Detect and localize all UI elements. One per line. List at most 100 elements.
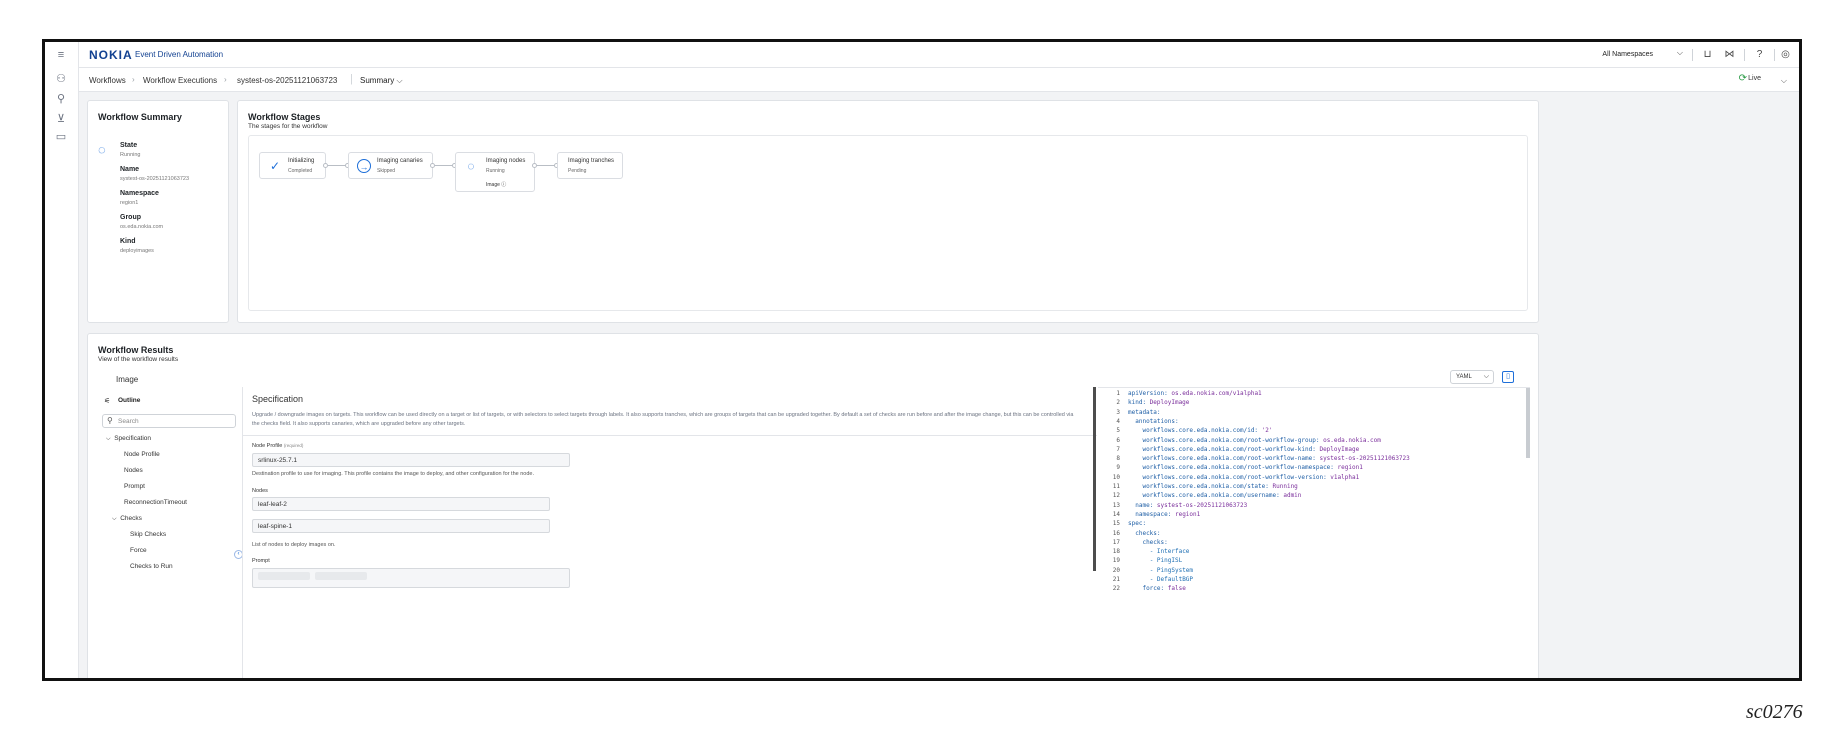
results-title: Workflow Results: [98, 345, 174, 355]
line-number: 21: [1112, 576, 1120, 583]
nodes-input-1[interactable]: leaf-leaf-2: [252, 497, 550, 511]
yaml-key: annotations:: [1135, 417, 1179, 425]
running-icon: ◌: [467, 159, 475, 173]
skip-icon: →: [357, 159, 371, 173]
view-selector-label: Summary: [360, 76, 395, 85]
running-icon: ◌: [98, 142, 106, 157]
summary-title: Workflow Summary: [98, 112, 182, 122]
live-toggle[interactable]: Live: [1748, 75, 1761, 82]
node-profile-input[interactable]: srlinux-25.7.1: [252, 453, 570, 467]
node-profile-label: Node Profile (required): [252, 443, 303, 449]
chevron-down-icon: ⌵: [106, 436, 111, 442]
yaml-key: - PingISL: [1149, 557, 1183, 565]
prompt-input[interactable]: [252, 568, 570, 588]
tab-image[interactable]: Image: [116, 375, 138, 384]
yaml-key: workflows.core.eda.nokia.com/state:: [1142, 483, 1269, 490]
yaml-line: 5 workflows.core.eda.nokia.com/id: '2': [1098, 427, 1273, 435]
divider: [1692, 49, 1693, 61]
stage-extra-label: Image: [486, 182, 500, 188]
yaml-editor[interactable]: 1 apiVersion: os.eda.nokia.com/v1alpha1 2 k…: [1098, 387, 1530, 678]
outline-item-nodes[interactable]: Nodes: [124, 467, 143, 474]
chevron-down-icon[interactable]: ⌵: [1677, 48, 1683, 58]
line-number: 3: [1116, 408, 1120, 416]
outline-item-specification[interactable]: ⌵ Specification: [106, 435, 151, 443]
yaml-value: '2': [1258, 427, 1273, 435]
connector: [537, 165, 555, 166]
stages-title: Workflow Stages: [248, 112, 321, 122]
format-selector[interactable]: YAML ⌵: [1450, 370, 1494, 384]
split-handle[interactable]: [1093, 387, 1096, 571]
stage-extra[interactable]: Image ⓘ: [486, 181, 506, 188]
breadcrumb-current: systest-os-20251121063723: [237, 76, 338, 85]
stage-name: Initializing: [288, 158, 315, 164]
yaml-line: 8 workflows.core.eda.nokia.com/root-work…: [1098, 455, 1410, 463]
chevron-down-icon[interactable]: ⌵: [1781, 76, 1787, 86]
yaml-value: systest-os-20251121063723: [1153, 501, 1248, 509]
line-number: 7: [1116, 445, 1120, 453]
yaml-line: 15 spec:: [1098, 520, 1146, 527]
help-icon[interactable]: ?: [1752, 47, 1767, 62]
check-icon: ✓: [269, 159, 281, 173]
namespace-selector[interactable]: All Namespaces: [1602, 51, 1653, 58]
split-view-icon[interactable]: ▯: [1502, 371, 1514, 383]
outline-item-prompt[interactable]: Prompt: [124, 483, 145, 490]
outline-title: Outline: [118, 397, 141, 404]
yaml-line: 18 - Interface: [1098, 548, 1190, 556]
yaml-value: DeployImage: [1315, 445, 1360, 453]
outline-item-skip-checks[interactable]: Skip Checks: [130, 531, 166, 538]
line-number: 14: [1112, 510, 1120, 518]
product-name[interactable]: Event Driven Automation: [135, 50, 223, 59]
yaml-value: region1: [1333, 464, 1363, 472]
outline-item-node-profile[interactable]: Node Profile: [124, 451, 160, 458]
search-icon[interactable]: ⚲: [54, 92, 68, 106]
user-icon[interactable]: ⚇: [54, 72, 68, 86]
nodes-input-2[interactable]: leaf-spine-1: [252, 519, 550, 533]
breadcrumb-workflows[interactable]: Workflows: [89, 76, 126, 85]
menu-icon[interactable]: ≡: [54, 48, 68, 62]
yaml-key: workflows.core.eda.nokia.com/username:: [1142, 492, 1280, 500]
panel-icon[interactable]: ▭: [54, 130, 68, 144]
yaml-line: 10 workflows.core.eda.nokia.com/root-wor…: [1098, 474, 1359, 481]
network-icon[interactable]: ⋈: [1722, 47, 1737, 62]
stage-imaging-tranches[interactable]: Imaging tranches Pending: [557, 152, 623, 179]
line-number: 12: [1112, 492, 1120, 500]
left-rail: ≡ ⚇ ⚲ ⊻ ▭: [45, 42, 79, 678]
group-label: Group: [120, 214, 141, 221]
scrollbar[interactable]: [1526, 388, 1530, 458]
stage-imaging-nodes[interactable]: ◌ Imaging nodes Running Image ⓘ: [455, 152, 535, 192]
line-number: 18: [1112, 548, 1120, 556]
yaml-line: 3 metadata:: [1098, 408, 1161, 416]
info-icon: ⓘ: [501, 182, 507, 188]
prompt-chip[interactable]: [314, 572, 367, 580]
nodes-label: Nodes: [252, 488, 268, 494]
yaml-key: namespace:: [1135, 510, 1172, 518]
yaml-value: systest-os-20251121063723: [1315, 455, 1410, 463]
group-value: os.eda.nokia.com: [120, 224, 164, 230]
workflow-results-card: Workflow Results View of the workflow re…: [87, 333, 1539, 678]
prompt-label: Prompt: [252, 558, 270, 564]
yaml-key: name:: [1135, 501, 1154, 509]
results-subtitle: View of the workflow results: [98, 356, 179, 363]
stage-status: Pending: [568, 168, 587, 174]
outline-item-checks-to-run[interactable]: Checks to Run: [130, 563, 173, 570]
account-icon[interactable]: ◎: [1778, 47, 1793, 62]
yaml-line: 6 workflows.core.eda.nokia.com/root-work…: [1098, 437, 1381, 444]
breadcrumb-workflow-executions[interactable]: Workflow Executions: [143, 76, 217, 85]
view-selector[interactable]: Summary ⌵: [360, 76, 403, 86]
stage-imaging-canaries[interactable]: → Imaging canaries Skipped: [348, 152, 433, 179]
outline-item-reconnection-timeout[interactable]: ReconnectionTimeout: [124, 499, 187, 506]
line-number: 11: [1112, 483, 1120, 490]
name-label: Name: [120, 166, 140, 173]
filter-icon[interactable]: ⊻: [54, 112, 68, 126]
prompt-chip[interactable]: [258, 572, 310, 580]
outline-item-force[interactable]: Force: [130, 547, 147, 554]
outline-item-checks[interactable]: ⌵ Checks: [112, 515, 142, 523]
line-number: 19: [1112, 557, 1120, 565]
yaml-key: metadata:: [1128, 408, 1161, 416]
app-window: ≡ ⚇ ⚲ ⊻ ▭ NOKIA Event Driven Automation …: [42, 39, 1802, 681]
outline-search-input[interactable]: ⚲ Search: [102, 414, 236, 428]
line-number: 10: [1112, 473, 1120, 481]
stage-initializing[interactable]: ✓ Initializing Completed: [259, 152, 326, 179]
refresh-icon[interactable]: ⟳: [1739, 73, 1747, 84]
basket-icon[interactable]: ⊔: [1700, 47, 1715, 62]
